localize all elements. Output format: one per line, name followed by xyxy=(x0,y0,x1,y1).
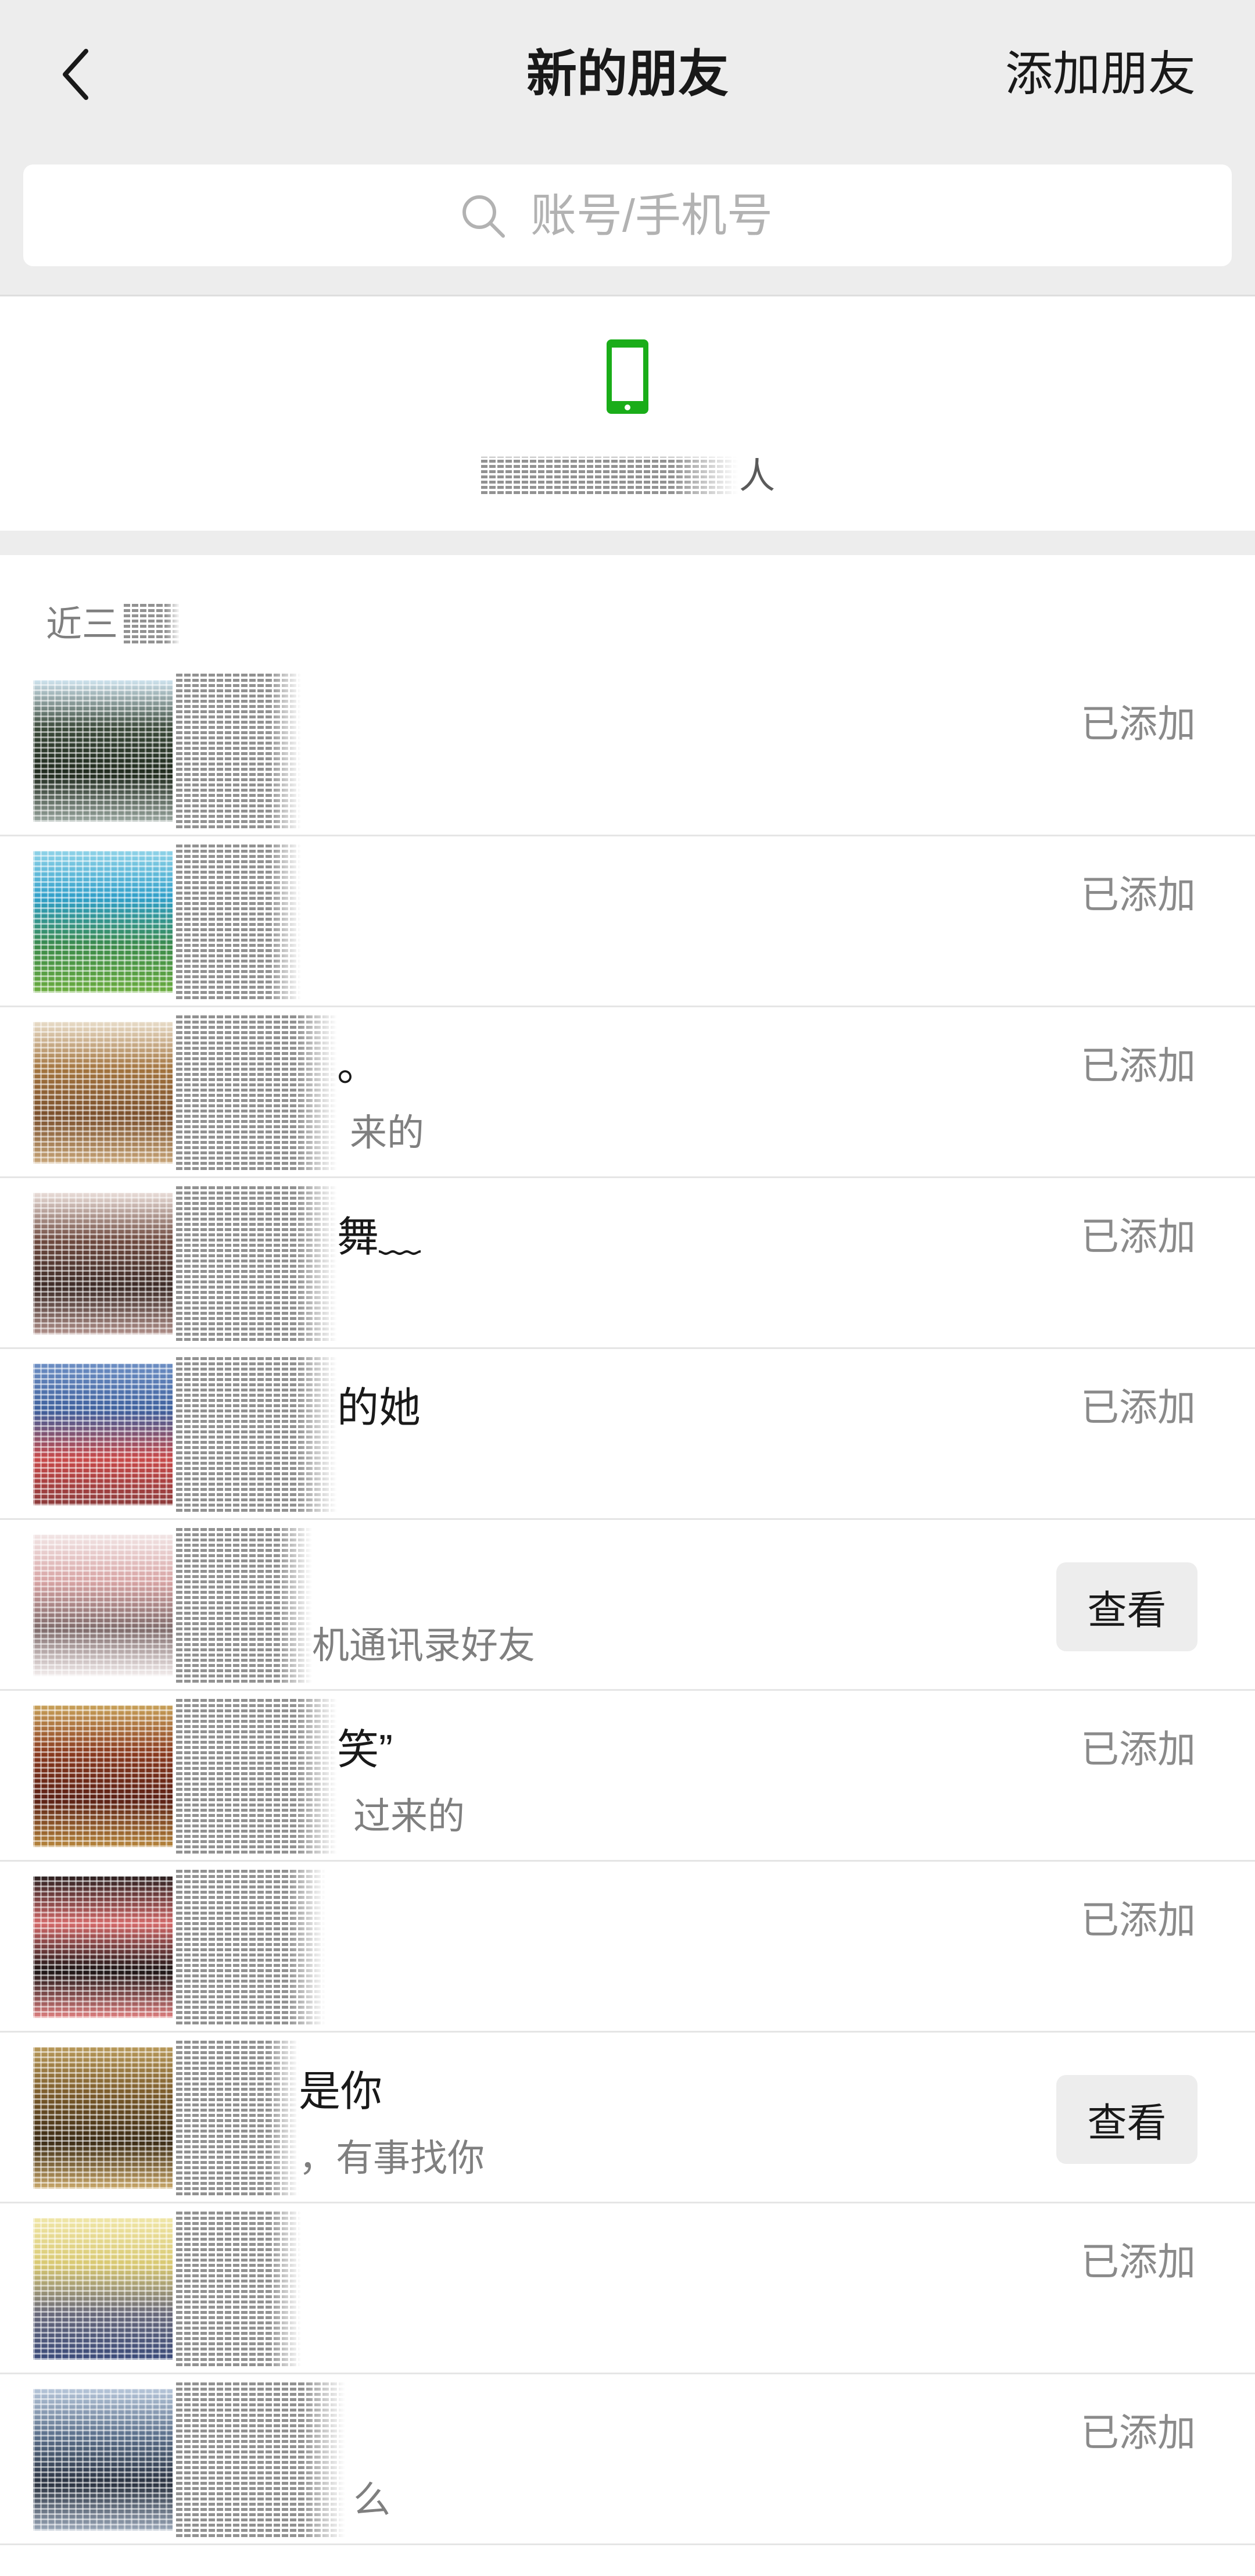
name-obscured xyxy=(174,2038,299,2198)
name-obscured xyxy=(174,1013,337,1172)
name-obscured xyxy=(174,2380,345,2539)
avatar xyxy=(33,1534,173,1676)
friend-row[interactable]: 已添加 xyxy=(0,1862,1255,2033)
friend-row[interactable]: 已添加 xyxy=(0,2203,1255,2374)
search-bar[interactable] xyxy=(23,164,1232,266)
avatar xyxy=(33,1022,173,1164)
friend-request-list: 近三 已添加 已添加 。 来的 已添加 舞﹏ 已添加 的她 已添加 机通讯录好友… xyxy=(0,555,1255,2576)
view-button[interactable]: 查看 xyxy=(1056,2075,1197,2164)
avatar xyxy=(33,2218,173,2360)
friend-name: 舞﹏ xyxy=(337,1214,421,1261)
add-friend-button[interactable]: 添加朋友 xyxy=(1005,46,1196,102)
search-icon xyxy=(462,195,505,238)
avatar xyxy=(33,2047,173,2189)
added-status: 已添加 xyxy=(1081,1898,1196,1941)
section-header: 近三 xyxy=(46,604,119,645)
friend-name: 笑” xyxy=(337,1727,393,1773)
avatar xyxy=(33,851,173,993)
row-divider xyxy=(0,2543,1255,2545)
name-obscured xyxy=(174,1184,337,1343)
friend-row[interactable]: 已添加 xyxy=(0,666,1255,836)
phone-contacts-label: 人 xyxy=(739,456,776,496)
friend-message: ，有事找你 xyxy=(299,2137,485,2179)
friend-message: 来的 xyxy=(350,1112,424,1154)
friend-row[interactable]: 的她 已添加 xyxy=(0,1349,1255,1520)
added-status: 已添加 xyxy=(1081,873,1196,916)
avatar xyxy=(33,680,173,822)
name-obscured xyxy=(174,1867,325,2027)
phone-icon xyxy=(607,339,648,414)
search-input[interactable] xyxy=(530,187,1170,245)
friend-name: 的她 xyxy=(337,1385,421,1432)
section-header-obscured xyxy=(122,604,180,646)
added-status: 已添加 xyxy=(1081,1215,1196,1258)
name-obscured xyxy=(174,1697,337,1856)
added-status: 已添加 xyxy=(1081,2411,1196,2454)
name-obscured xyxy=(174,842,301,1001)
added-status: 已添加 xyxy=(1081,1044,1196,1087)
avatar xyxy=(33,1705,173,1847)
name-obscured xyxy=(174,671,301,831)
add-phone-contacts-entry[interactable]: 人 xyxy=(0,296,1255,531)
friend-name: 是你 xyxy=(299,2069,383,2115)
section-gap xyxy=(0,531,1255,555)
avatar xyxy=(33,1876,173,2018)
friend-message: 么 xyxy=(353,2479,390,2521)
added-status: 已添加 xyxy=(1081,702,1196,745)
added-status: 已添加 xyxy=(1081,2240,1196,2283)
phone-contacts-label-obscured xyxy=(479,457,738,496)
friend-row[interactable]: 已添加 xyxy=(0,836,1255,1007)
friend-row[interactable]: 么 已添加 xyxy=(0,2374,1255,2545)
friend-row[interactable]: 舞﹏ 已添加 xyxy=(0,1178,1255,1349)
avatar xyxy=(33,1193,173,1334)
name-obscured xyxy=(174,2209,301,2369)
friend-message: 机通讯录好友 xyxy=(312,1625,535,1666)
friend-row[interactable]: 笑” 过来的 已添加 xyxy=(0,1691,1255,1862)
friend-row[interactable]: 。 来的 已添加 xyxy=(0,1007,1255,1178)
friend-row[interactable]: 是你 ，有事找你 查看 xyxy=(0,2033,1255,2203)
added-status: 已添加 xyxy=(1081,1727,1196,1770)
friend-name: 。 xyxy=(337,1043,379,1090)
top-bar: 新的朋友 添加朋友 xyxy=(0,0,1255,296)
friend-row[interactable]: 机通讯录好友 查看 xyxy=(0,1520,1255,1691)
avatar xyxy=(33,2389,173,2531)
view-button[interactable]: 查看 xyxy=(1056,1562,1197,1651)
added-status: 已添加 xyxy=(1081,1386,1196,1429)
avatar xyxy=(33,1364,173,1505)
name-obscured xyxy=(174,1526,312,1685)
name-obscured xyxy=(174,1355,337,1514)
friend-message: 过来的 xyxy=(353,1795,465,1837)
